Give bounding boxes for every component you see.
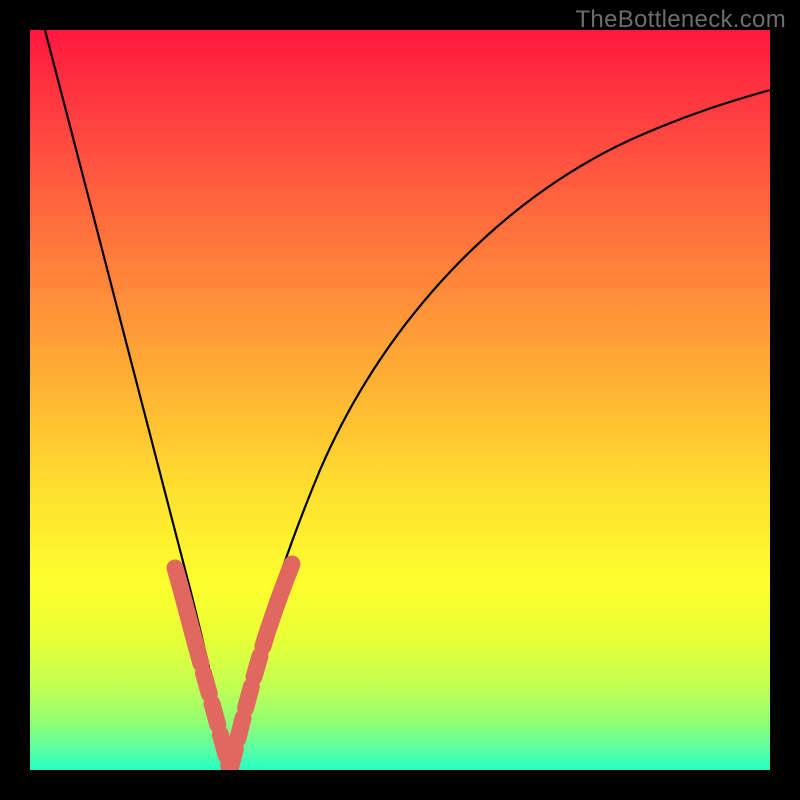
watermark-text: TheBottleneck.com bbox=[575, 6, 786, 34]
plot-area bbox=[30, 30, 770, 770]
curve-layer bbox=[30, 30, 770, 770]
bead-overlay-left bbox=[195, 642, 230, 770]
chart-frame: TheBottleneck.com bbox=[0, 0, 800, 800]
bead-overlay-right-cap bbox=[268, 564, 292, 630]
bead-overlay-left-cap bbox=[175, 568, 195, 642]
bead-overlay-right bbox=[230, 630, 268, 770]
right-curve bbox=[230, 90, 770, 770]
